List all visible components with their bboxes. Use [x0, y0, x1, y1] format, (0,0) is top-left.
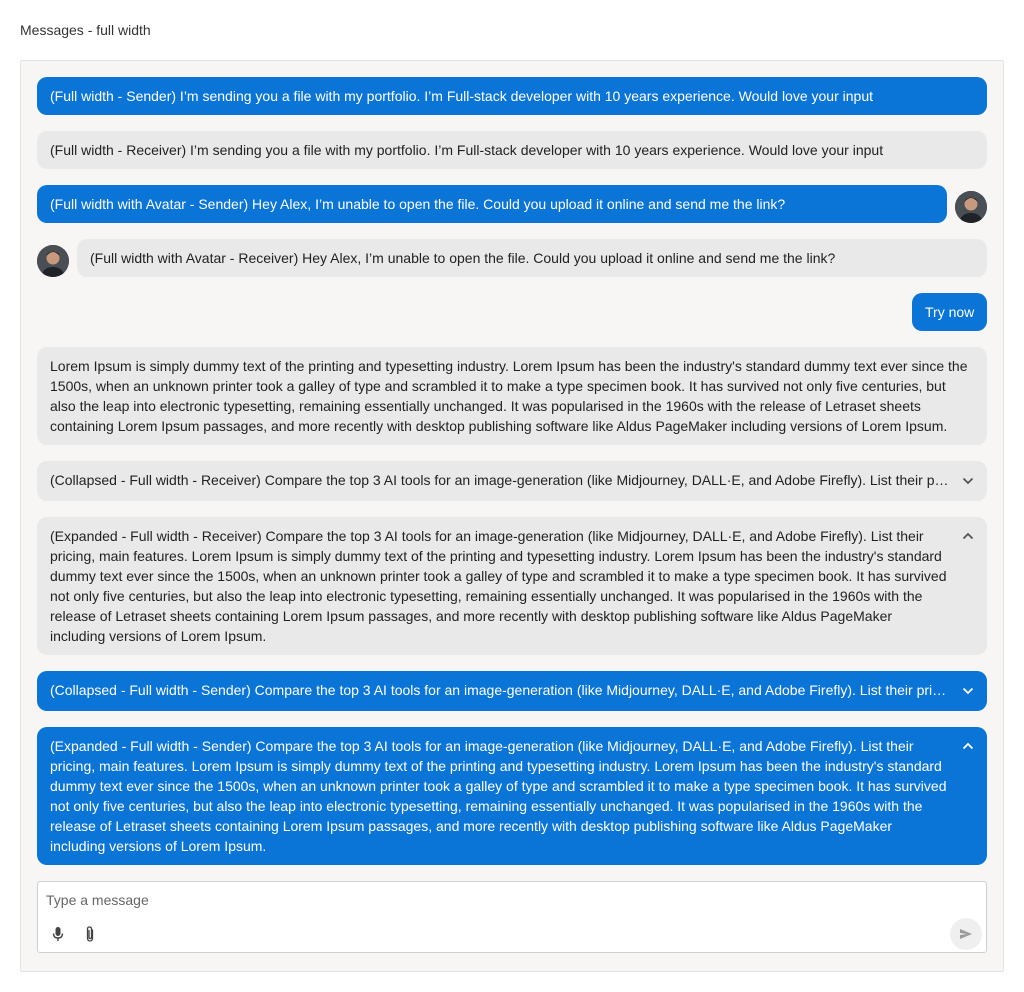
message-receiver-full-width[interactable]: (Full width - Receiver) I’m sending you …	[37, 131, 987, 169]
message-sender-short[interactable]: Try now	[912, 293, 987, 331]
avatar[interactable]	[955, 191, 987, 223]
message-text: (Full width - Sender) I’m sending you a …	[50, 88, 873, 104]
microphone-icon[interactable]	[46, 922, 70, 946]
chevron-up-icon[interactable]	[961, 529, 975, 543]
message-receiver-long[interactable]: Lorem Ipsum is simply dummy text of the …	[37, 347, 987, 445]
message-receiver-expanded[interactable]: (Expanded - Full width - Receiver) Compa…	[37, 517, 987, 655]
message-text: (Full width with Avatar - Sender) Hey Al…	[50, 196, 786, 212]
send-icon	[960, 929, 972, 939]
message-text: (Full width - Receiver) I’m sending you …	[50, 142, 884, 158]
messages-panel: (Full width - Sender) I’m sending you a …	[20, 60, 1004, 972]
chevron-down-icon[interactable]	[961, 684, 975, 698]
message-text: (Collapsed - Full width - Receiver) Comp…	[50, 472, 951, 488]
page-title: Messages - full width	[20, 22, 151, 38]
chevron-up-icon[interactable]	[961, 739, 975, 753]
message-text: (Expanded - Full width - Receiver) Compa…	[50, 528, 947, 644]
message-text: (Expanded - Full width - Sender) Compare…	[50, 738, 947, 854]
message-text: (Full width with Avatar - Receiver) Hey …	[90, 250, 836, 266]
message-receiver-with-avatar[interactable]: (Full width with Avatar - Receiver) Hey …	[77, 239, 987, 277]
send-button[interactable]	[950, 918, 982, 950]
message-sender-full-width[interactable]: (Full width - Sender) I’m sending you a …	[37, 77, 987, 115]
message-text: (Collapsed - Full width - Sender) Compar…	[50, 682, 951, 698]
message-text: Lorem Ipsum is simply dummy text of the …	[50, 358, 968, 434]
message-text: Try now	[925, 304, 975, 320]
paperclip-icon[interactable]	[78, 922, 102, 946]
avatar[interactable]	[37, 245, 69, 277]
message-input[interactable]	[46, 890, 946, 910]
message-receiver-collapsed[interactable]: (Collapsed - Full width - Receiver) Comp…	[37, 461, 987, 501]
message-sender-collapsed[interactable]: (Collapsed - Full width - Sender) Compar…	[37, 671, 987, 711]
message-composer	[37, 881, 987, 953]
chevron-down-icon[interactable]	[961, 474, 975, 488]
message-sender-with-avatar[interactable]: (Full width with Avatar - Sender) Hey Al…	[37, 185, 947, 223]
message-sender-expanded[interactable]: (Expanded - Full width - Sender) Compare…	[37, 727, 987, 865]
